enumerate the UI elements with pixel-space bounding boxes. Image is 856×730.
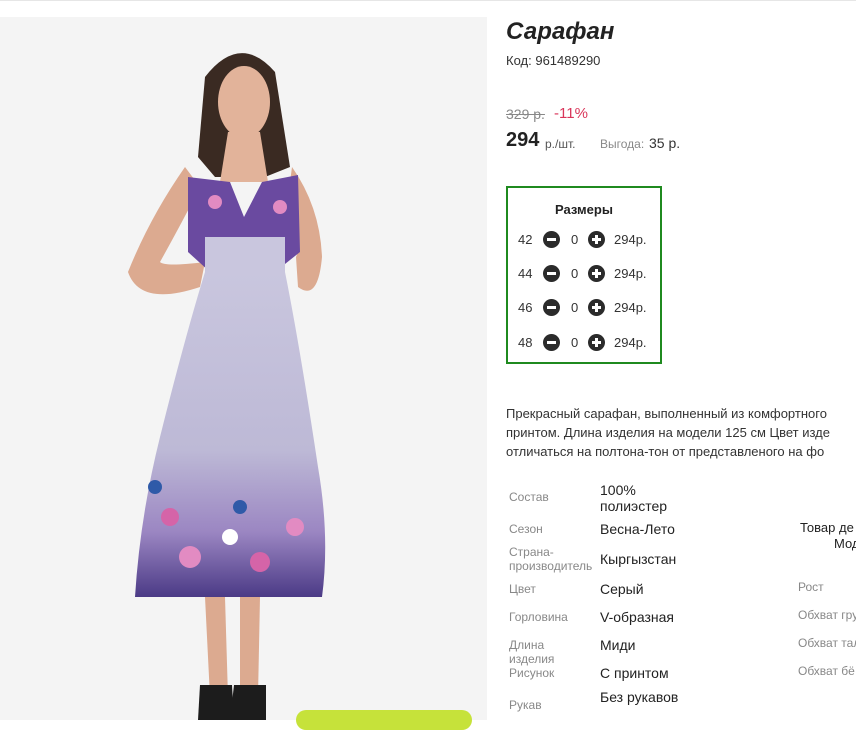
sizes-panel: Размеры 42 0 294р. 44 0 294р. 46 0 294р.… <box>506 186 662 364</box>
measurement-label: Обхват гру <box>798 608 856 622</box>
quantity-value: 0 <box>571 266 579 281</box>
product-description: Прекрасный сарафан, выполненный из комфо… <box>506 404 856 461</box>
decrease-quantity-icon[interactable] <box>543 334 560 351</box>
savings-label: Выгода: <box>600 137 645 151</box>
attribute-value: Без рукавов <box>600 689 679 705</box>
quantity-value: 0 <box>571 335 579 350</box>
attribute-value: Кыргызстан <box>600 551 677 567</box>
size-price: 294р. <box>614 335 647 350</box>
description-line: Прекрасный сарафан, выполненный из комфо… <box>506 406 827 421</box>
measurement-label: Обхват тал <box>798 636 856 650</box>
model-note: Товар де <box>800 520 854 535</box>
dress-model-image <box>0 17 487 720</box>
attribute-label: Состав <box>509 490 549 504</box>
attribute-label: Страна-производитель <box>509 545 593 573</box>
product-title: Сарафан <box>506 18 615 45</box>
attribute-label: Цвет <box>509 582 536 596</box>
product-code: Код: 961489290 <box>506 53 600 68</box>
attribute-value: Весна-Лето <box>600 521 675 537</box>
attribute-label: Сезон <box>509 522 543 536</box>
model-note: Мод <box>834 536 856 551</box>
measurement-label: Рост <box>798 580 824 594</box>
decrease-quantity-icon[interactable] <box>543 265 560 282</box>
size-value: 44 <box>518 266 533 281</box>
description-line: отличаться на полтона-тон от представлен… <box>506 444 825 459</box>
attribute-value: Серый <box>600 581 644 597</box>
size-row: 44 0 294р. <box>518 264 658 284</box>
increase-quantity-icon[interactable] <box>588 265 605 282</box>
size-value: 48 <box>518 335 533 350</box>
old-price: 329 р. <box>506 106 545 122</box>
size-price: 294р. <box>614 266 647 281</box>
sizes-title: Размеры <box>555 202 613 217</box>
size-value: 46 <box>518 300 533 315</box>
increase-quantity-icon[interactable] <box>588 299 605 316</box>
size-price: 294р. <box>614 232 647 247</box>
size-row: 46 0 294р. <box>518 298 658 318</box>
decrease-quantity-icon[interactable] <box>543 231 560 248</box>
quantity-value: 0 <box>571 300 579 315</box>
increase-quantity-icon[interactable] <box>588 334 605 351</box>
price-unit: р./шт. <box>545 137 576 151</box>
current-price: 294 <box>506 129 540 151</box>
attribute-label: Горловина <box>509 610 568 624</box>
decrease-quantity-icon[interactable] <box>543 299 560 316</box>
product-photo[interactable] <box>0 17 487 720</box>
quantity-value: 0 <box>571 232 579 247</box>
top-divider <box>0 0 856 1</box>
discount-badge: -11% <box>554 105 588 122</box>
attribute-value: С принтом <box>600 665 669 681</box>
description-line: принтом. Длина изделия на модели 125 см … <box>506 425 830 440</box>
savings-value: 35 р. <box>649 135 681 151</box>
attribute-label: Рукав <box>509 698 542 712</box>
size-value: 42 <box>518 232 533 247</box>
attribute-value: V-образная <box>600 609 674 625</box>
measurement-label: Обхват бё <box>798 664 855 678</box>
add-to-cart-button[interactable] <box>296 710 472 730</box>
attribute-label: Длина изделия <box>509 638 555 666</box>
increase-quantity-icon[interactable] <box>588 231 605 248</box>
attribute-label: Рисунок <box>509 666 555 680</box>
code-value: 961489290 <box>535 53 601 68</box>
size-row: 48 0 294р. <box>518 333 658 353</box>
size-price: 294р. <box>614 300 647 315</box>
attribute-value: 100% полиэстер <box>600 482 668 514</box>
attribute-value: Миди <box>600 637 636 653</box>
size-row: 42 0 294р. <box>518 230 658 250</box>
code-label: Код: <box>506 53 532 68</box>
